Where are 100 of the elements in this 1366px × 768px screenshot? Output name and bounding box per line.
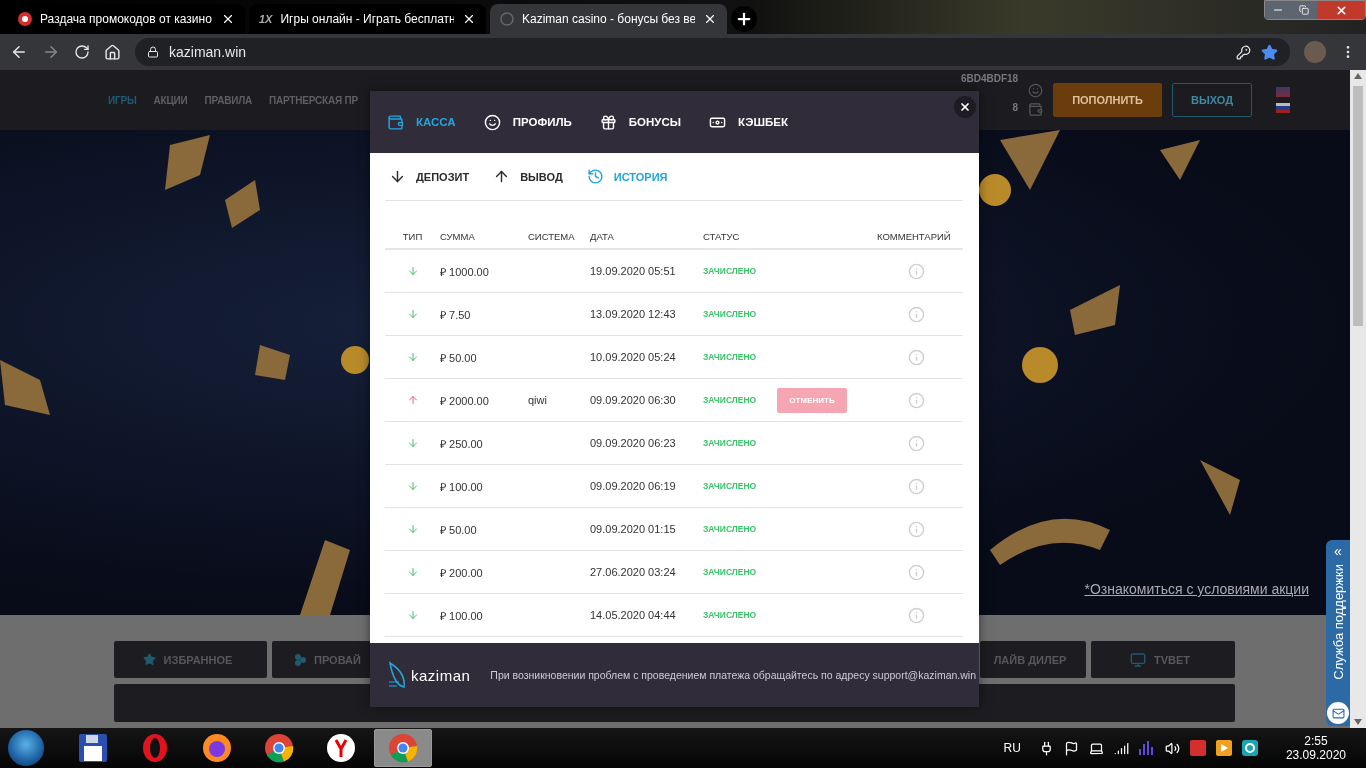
time-text: 2:55 bbox=[1304, 734, 1328, 748]
amount-cell-text: ₽ 1000.00 bbox=[440, 264, 490, 279]
close-icon[interactable] bbox=[462, 12, 476, 26]
language-indicator[interactable]: RU bbox=[1003, 741, 1021, 755]
reload-button[interactable] bbox=[74, 44, 90, 60]
tab-favicon: 1X bbox=[259, 13, 273, 25]
status-text: ЗАЧИСЛЕНО bbox=[703, 438, 758, 448]
tray-app-icon[interactable] bbox=[1241, 740, 1258, 756]
support-tab[interactable]: « Служба поддержки bbox=[1326, 540, 1350, 726]
close-icon bbox=[959, 101, 971, 113]
status-text: ЗАЧИСЛЕНО bbox=[703, 524, 758, 534]
amount-cell-text: ₽ 100.00 bbox=[440, 479, 484, 494]
minimize-button[interactable] bbox=[1265, 1, 1291, 19]
amount-cell-text: ₽ 50.00 bbox=[440, 522, 478, 537]
tab-title: Игры онлайн - Играть бесплатн bbox=[280, 12, 454, 26]
mail-button[interactable] bbox=[1327, 702, 1349, 724]
tab-title: Раздача промокодов от казино bbox=[40, 12, 213, 26]
date-cell-text: 10.09.2020 05:24 bbox=[590, 351, 677, 363]
confetti-ribbon bbox=[165, 135, 210, 190]
spinner-icon bbox=[500, 12, 514, 26]
gift-icon bbox=[599, 113, 617, 131]
status-text: ЗАЧИСЛЕНО bbox=[703, 481, 758, 491]
home-button[interactable] bbox=[104, 43, 121, 61]
dots-icon bbox=[294, 653, 306, 666]
logout-button[interactable]: ВЫХОД bbox=[1172, 83, 1252, 117]
forward-arrow-icon bbox=[42, 43, 60, 61]
page-scrollbar[interactable] bbox=[1350, 70, 1366, 728]
status-text: ЗАЧИСЛЕНО bbox=[703, 266, 758, 276]
column-header: СУММА bbox=[440, 231, 475, 242]
laptop-icon[interactable] bbox=[1088, 740, 1104, 756]
coin-drawing bbox=[979, 174, 1011, 206]
coin-drawing bbox=[341, 346, 369, 374]
amount-cell-text: ₽ 250.00 bbox=[440, 436, 484, 451]
balance-text: 8 bbox=[1012, 102, 1019, 113]
play-icon[interactable] bbox=[1215, 740, 1232, 756]
restore-icon bbox=[1299, 5, 1309, 15]
volume-icon[interactable] bbox=[1164, 740, 1180, 756]
date-text: 23.09.2020 bbox=[1285, 748, 1346, 762]
column-header: СТАТУС bbox=[703, 231, 740, 242]
scrollbar-thumb[interactable] bbox=[1353, 86, 1363, 326]
close-window-button[interactable] bbox=[1317, 1, 1365, 19]
ring-icon bbox=[141, 733, 169, 763]
date-cell-text: 19.09.2020 05:51 bbox=[590, 265, 677, 277]
chip-icon bbox=[18, 12, 32, 26]
wallet-icon bbox=[387, 113, 404, 131]
status-text: ЗАЧИСЛЕНО bbox=[703, 567, 758, 577]
dialog-tab[interactable]: БОНУСЫ bbox=[599, 113, 682, 131]
equalizer-icon[interactable] bbox=[1138, 741, 1155, 755]
confetti-ribbon bbox=[0, 360, 50, 415]
close-button[interactable] bbox=[954, 96, 976, 118]
start-button[interactable] bbox=[8, 730, 44, 766]
sub-tab[interactable]: ВЫВОД bbox=[493, 168, 563, 185]
date-cell-text: 09.09.2020 06:30 bbox=[590, 394, 677, 406]
browser-icon bbox=[264, 733, 294, 763]
scroll-down-icon[interactable] bbox=[1354, 719, 1362, 725]
key-icon[interactable] bbox=[1236, 44, 1251, 60]
promo-terms-link[interactable]: *Ознакомиться с условиями акции bbox=[1084, 581, 1309, 597]
flag-icon[interactable] bbox=[1063, 740, 1079, 756]
monitor-icon bbox=[1129, 651, 1146, 668]
close-icon[interactable] bbox=[703, 12, 717, 26]
url-text: kaziman.win bbox=[169, 44, 247, 60]
date-cell-text: 14.05.2020 04:44 bbox=[590, 609, 677, 621]
date-cell-text: 09.09.2020 06:23 bbox=[590, 437, 677, 449]
sub-tab[interactable]: ИСТОРИЯ bbox=[586, 168, 668, 185]
support-label: Служба поддержки bbox=[1330, 564, 1346, 680]
footer-note: При возникновении проблем с проведением платежа обращайтесь по адресу support@kaziman.win bbox=[490, 669, 976, 681]
confetti-ribbon bbox=[1070, 285, 1120, 335]
forward-button[interactable] bbox=[42, 43, 60, 61]
back-button[interactable] bbox=[10, 43, 28, 61]
home-icon bbox=[104, 43, 121, 61]
status-text: ЗАЧИСЛЕНО bbox=[703, 610, 758, 620]
column-header: ДАТА bbox=[590, 231, 614, 242]
bookmark-star-icon[interactable] bbox=[1261, 43, 1278, 61]
close-icon[interactable] bbox=[221, 12, 235, 26]
new-tab-button[interactable] bbox=[731, 6, 757, 32]
amount-cell-text: ₽ 50.00 bbox=[440, 350, 478, 365]
dialog-tab[interactable]: ПРОФИЛЬ bbox=[483, 113, 572, 131]
amount-cell-text: ₽ 2000.00 bbox=[440, 393, 490, 408]
tab-title: Kaziman casino - бонусы без ве bbox=[522, 12, 695, 26]
fox-globe-icon bbox=[202, 733, 232, 763]
face-icon bbox=[483, 113, 501, 131]
column-header: ТИП bbox=[402, 231, 423, 242]
mail-icon bbox=[1331, 706, 1345, 720]
maximize-button[interactable] bbox=[1291, 1, 1317, 19]
browser-tab[interactable]: 1X Игры онлайн - Играть бесплатн bbox=[249, 4, 486, 34]
signal-icon[interactable] bbox=[1113, 740, 1129, 756]
confetti-ribbon bbox=[1200, 460, 1240, 515]
collapse-toggle[interactable]: « bbox=[1334, 544, 1342, 558]
scroll-up-icon[interactable] bbox=[1354, 73, 1362, 79]
sub-tab[interactable]: ДЕПОЗИТ bbox=[389, 168, 470, 185]
confetti-ribbon bbox=[255, 345, 290, 380]
clock[interactable]: 2:55 23.09.2020 bbox=[1285, 734, 1346, 762]
status-text: ЗАЧИСЛЕНО bbox=[703, 395, 758, 405]
dialog-tab[interactable]: КАССА bbox=[387, 113, 456, 131]
date-cell-text: 13.09.2020 12:43 bbox=[590, 308, 677, 320]
deposit-button[interactable]: ПОПОЛНИТЬ bbox=[1053, 83, 1162, 117]
address-bar[interactable]: kaziman.win bbox=[135, 38, 1290, 66]
lock-icon bbox=[147, 46, 159, 58]
browser-tab[interactable]: Kaziman casino - бонусы без ве bbox=[490, 4, 727, 34]
dialog-tab[interactable]: КЭШБЕК bbox=[709, 113, 788, 131]
